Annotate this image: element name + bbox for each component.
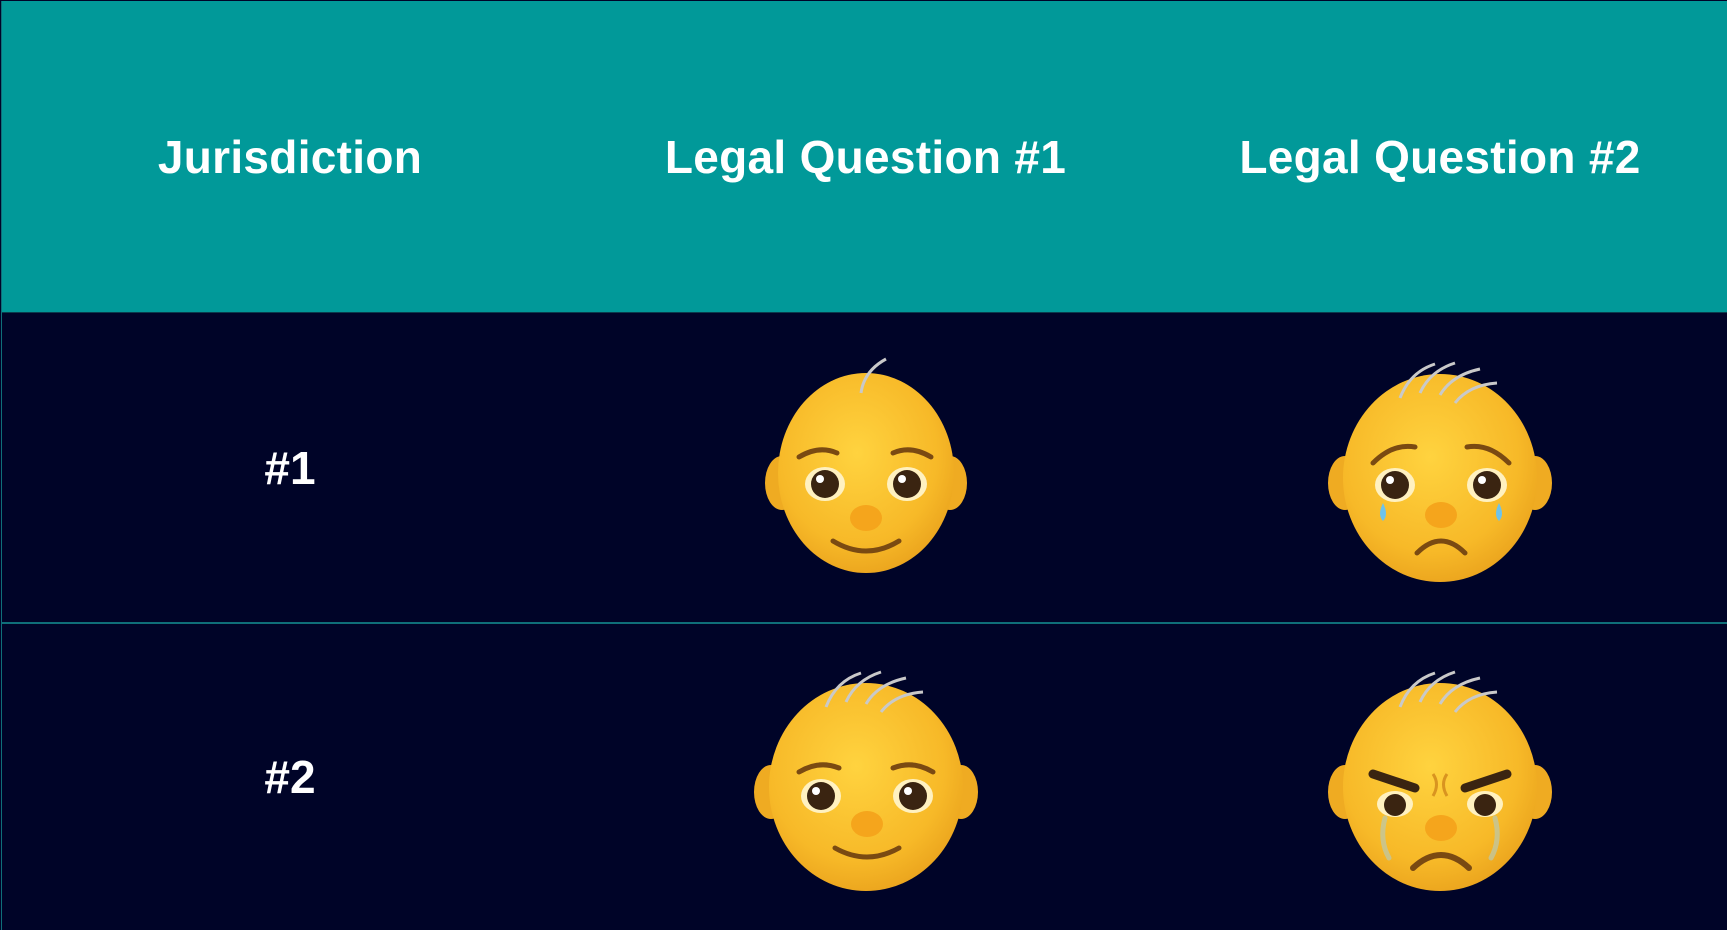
row-2-question-1: [578, 622, 1153, 930]
smiling-baby-icon: [751, 662, 981, 892]
header-jurisdiction: Jurisdiction: [2, 1, 578, 312]
angry-crying-baby-icon: [1325, 662, 1555, 892]
header-legal-question-1-label: Legal Question #1: [664, 130, 1067, 183]
header-legal-question-2-label: Legal Question #2: [1239, 130, 1641, 183]
comparison-table: Jurisdiction Legal Question #1 Legal Que…: [1, 1, 1727, 930]
row-1-question-2: [1153, 312, 1727, 622]
header-legal-question-2: Legal Question #2: [1153, 1, 1727, 312]
smiling-baby-icon: [751, 353, 981, 583]
header-jurisdiction-label: Jurisdiction: [157, 130, 423, 183]
row-2-question-2: [1153, 622, 1727, 930]
row-1-question-1: [578, 312, 1153, 622]
crying-baby-icon: [1325, 353, 1555, 583]
row-2-jurisdiction: #2: [2, 622, 578, 930]
row-1-jurisdiction: #1: [2, 312, 578, 622]
row-2-jurisdiction-label: #2: [264, 751, 316, 803]
row-1-jurisdiction-label: #1: [264, 441, 316, 494]
header-legal-question-1: Legal Question #1: [578, 1, 1153, 312]
